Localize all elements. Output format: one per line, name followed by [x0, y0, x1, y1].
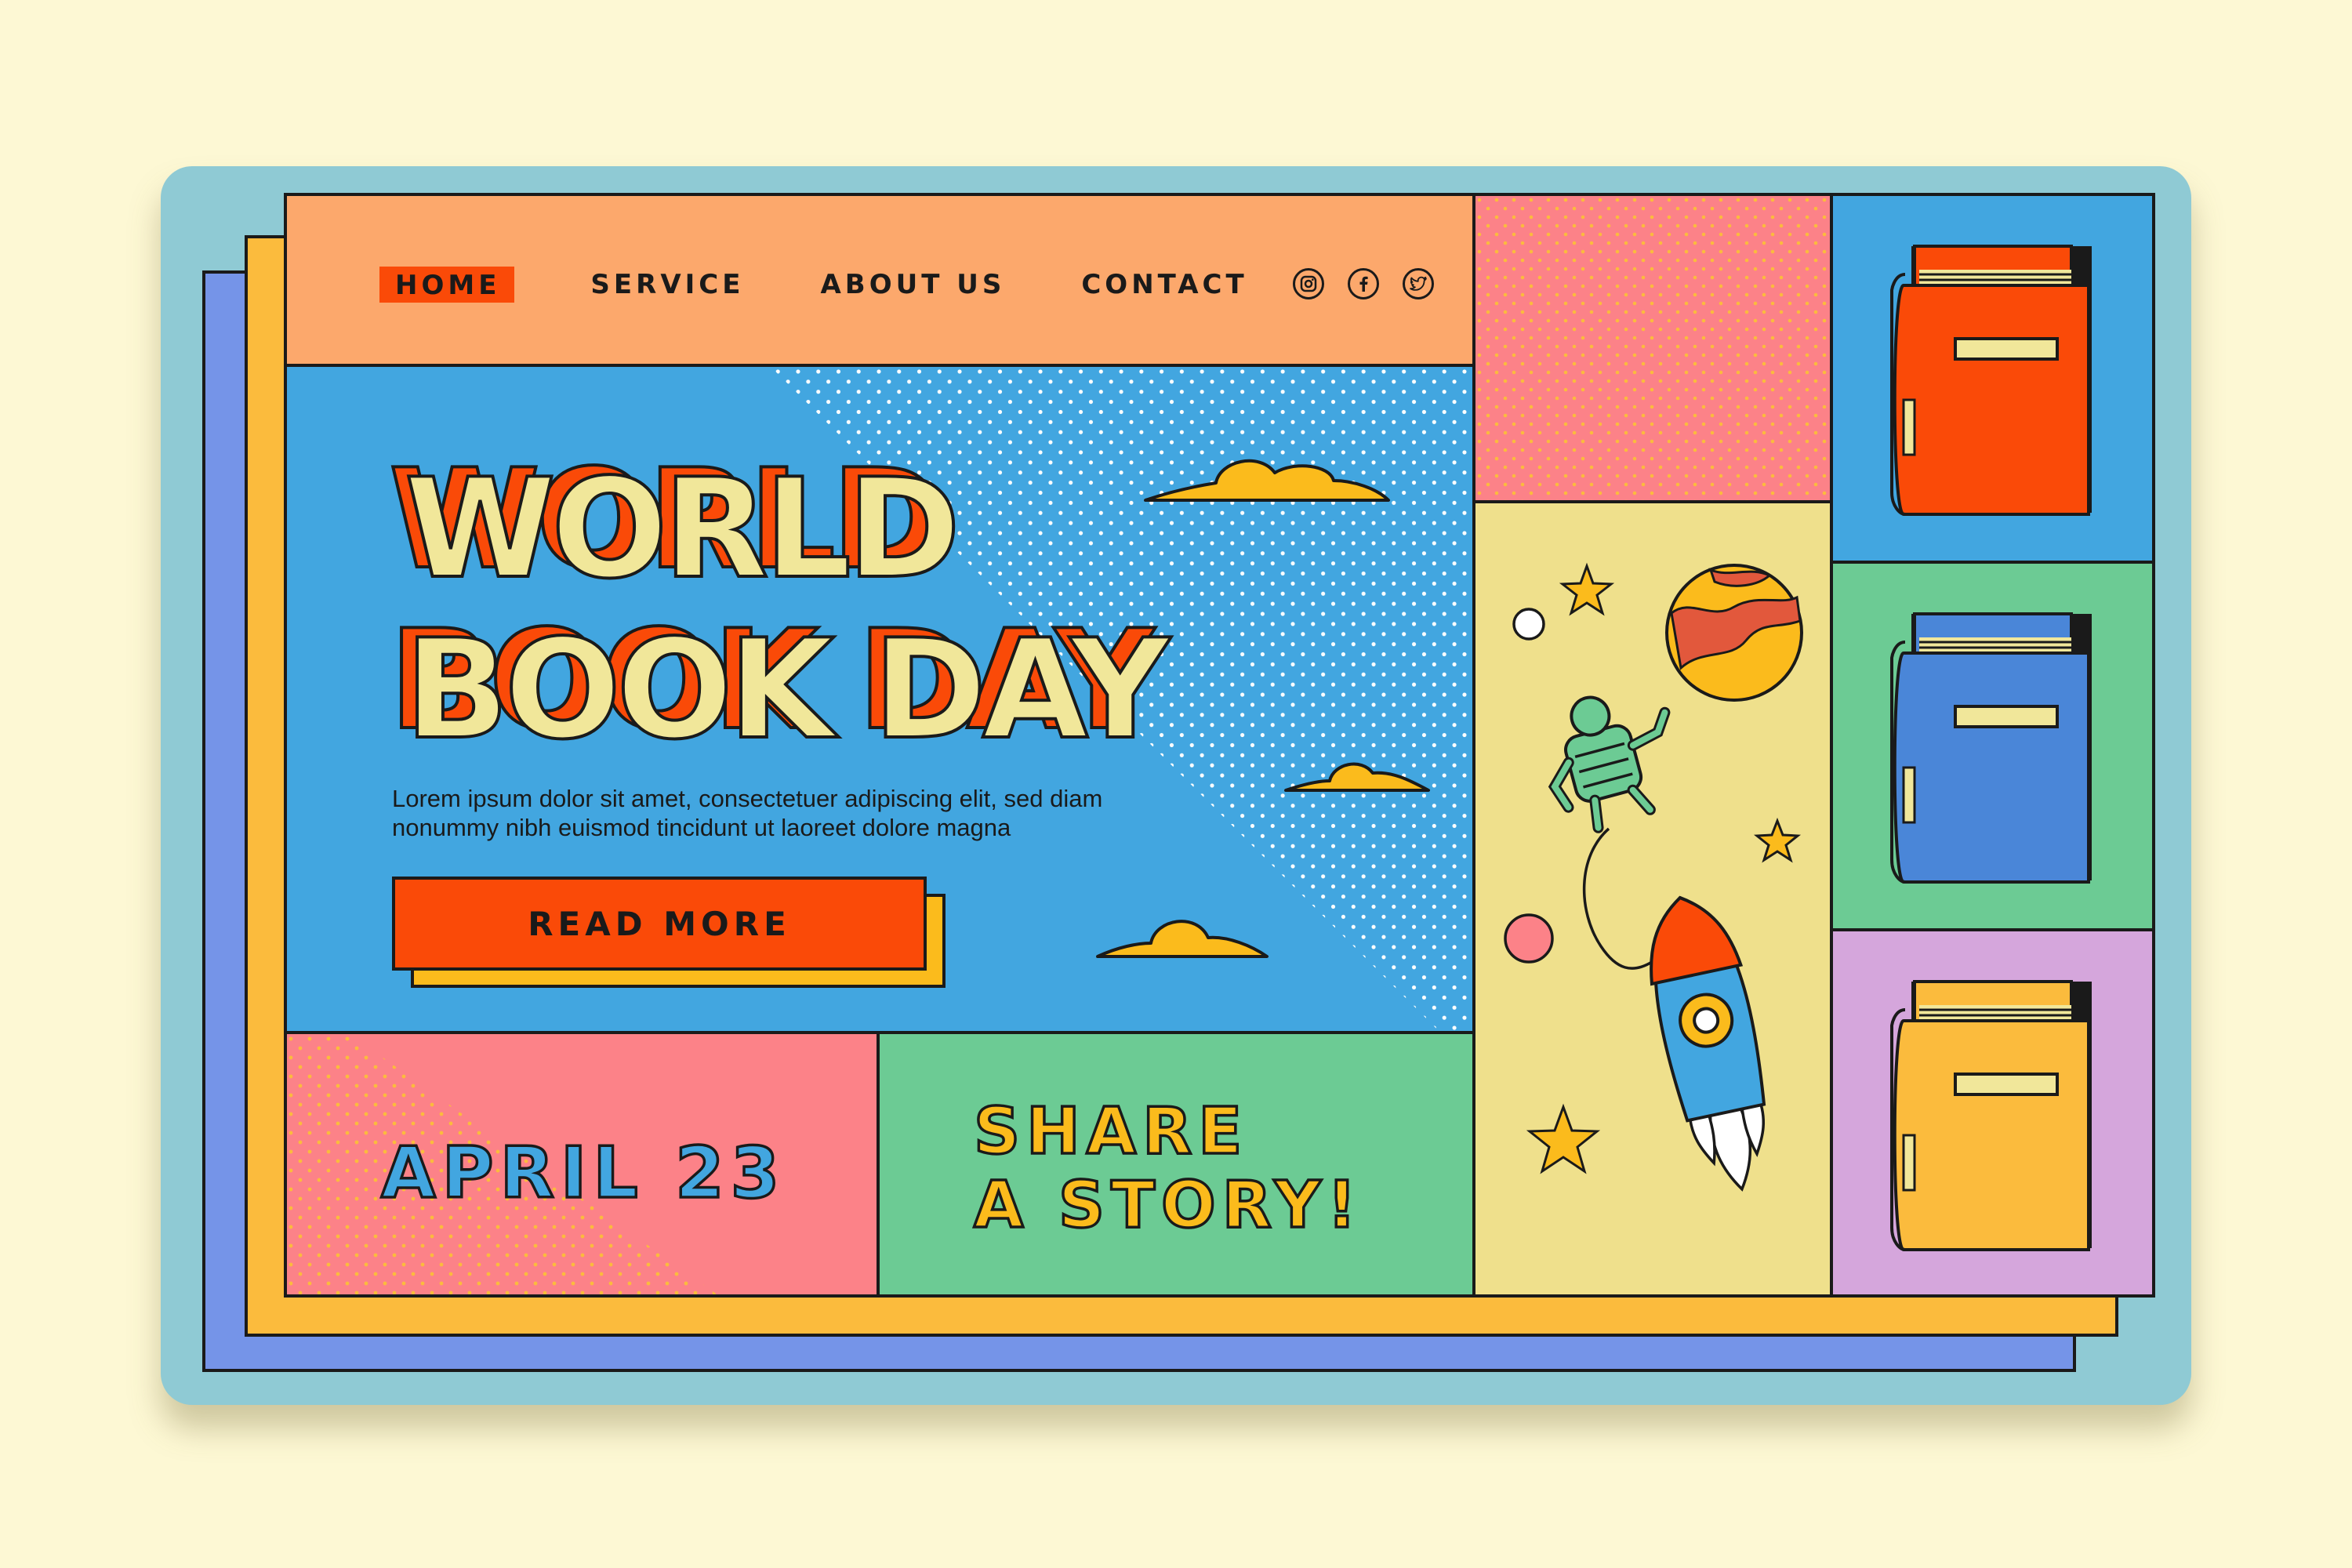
star-icon [1526, 1103, 1601, 1174]
share-story-text: SHARE A STORY! [972, 1094, 1363, 1244]
hero-description: Lorem ipsum dolor sit amet, consectetuer… [392, 784, 1207, 842]
nav-service[interactable]: SERVICE [590, 269, 744, 300]
red-book-icon [1890, 245, 2092, 516]
book-panel-yellow [1830, 928, 2155, 1298]
event-date: APRIL 23 [379, 1131, 786, 1216]
instagram-icon[interactable] [1293, 268, 1324, 299]
twitter-icon[interactable] [1403, 268, 1434, 299]
cloud-icon [1284, 762, 1430, 792]
pattern-panel [1472, 193, 1833, 503]
nav-links: HOME SERVICE ABOUT US CONTACT [379, 267, 1324, 303]
rocket-icon [1650, 895, 1766, 1192]
facebook-icon[interactable] [1348, 268, 1379, 299]
story-line-1: SHARE [972, 1094, 1249, 1171]
book-panel-red [1830, 193, 2155, 564]
star-icon [1753, 817, 1802, 863]
title-line-1: WORLD WORLD [387, 441, 962, 609]
nav-contact[interactable]: CONTACT [1081, 269, 1247, 300]
tether-line [1582, 827, 1653, 970]
blue-book-icon [1890, 612, 2092, 884]
title-line-2: BOOK DAY BOOK DAY [387, 601, 1171, 770]
robot-icon [1548, 695, 1671, 833]
star-icon [1559, 562, 1615, 616]
book-panel-blue [1830, 561, 2155, 931]
hero-section: WORLD WORLD BOOK DAY BOOK DAY Lorem ipsu… [284, 364, 1475, 1034]
planet-icon [1665, 564, 1803, 702]
space-illustration-panel [1472, 500, 1833, 1298]
top-navigation: HOME SERVICE ABOUT US CONTACT [284, 193, 1475, 367]
dot-pattern [1475, 196, 1830, 500]
description-line-1: Lorem ipsum dolor sit amet, consectetuer… [392, 785, 1103, 812]
share-story-panel: SHARE A STORY! [877, 1031, 1475, 1298]
space-illustration [1504, 562, 1803, 1192]
description-line-2: nonummy nibh euismod tincidunt ut laoree… [392, 814, 1011, 841]
read-more-button[interactable]: READ MORE [392, 877, 927, 971]
nav-home[interactable]: HOME [379, 267, 515, 303]
nav-about-us[interactable]: ABOUT US [820, 269, 1005, 300]
cloud-icon [1096, 920, 1269, 958]
moon-icon [1512, 608, 1545, 641]
cloud-icon [1144, 459, 1390, 502]
moon-icon [1504, 913, 1554, 964]
social-links [1293, 268, 1434, 299]
yellow-book-icon [1890, 980, 2092, 1251]
story-line-2: A STORY! [972, 1167, 1363, 1244]
date-panel: APRIL 23 [284, 1031, 880, 1298]
